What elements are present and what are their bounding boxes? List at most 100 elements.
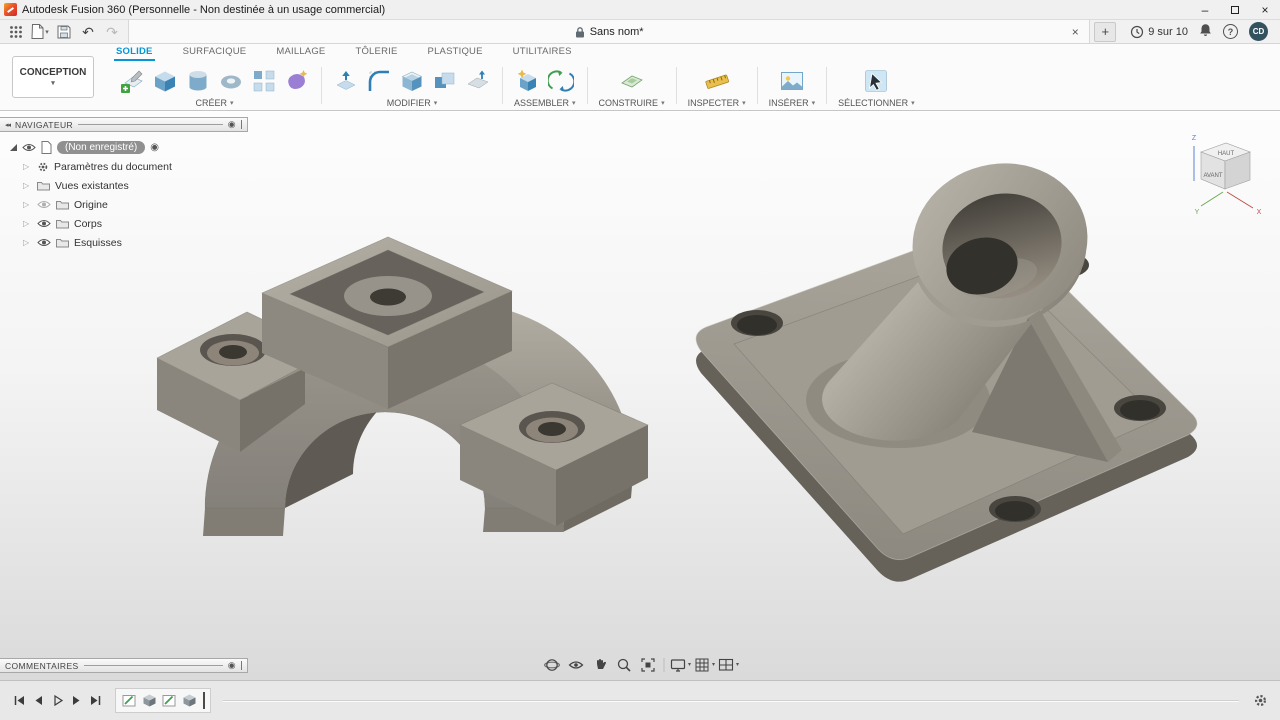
collapse-panel-icon[interactable]: ◂◂ [5, 121, 10, 129]
display-settings-icon[interactable]: ▾ [670, 654, 692, 675]
go-to-end-icon[interactable] [86, 691, 105, 710]
pan-icon[interactable] [589, 654, 611, 675]
panel-pin-icon[interactable] [241, 120, 242, 129]
chevron-right-icon[interactable]: ▷ [23, 181, 32, 190]
help-icon[interactable]: ? [1223, 24, 1238, 39]
save-icon[interactable] [52, 22, 76, 42]
chevron-right-icon[interactable]: ▷ [23, 238, 32, 247]
activate-component-icon[interactable]: ◉ [150, 142, 159, 153]
avatar[interactable]: CD [1249, 22, 1268, 41]
panel-options-icon[interactable]: ◉ [228, 660, 236, 671]
minimize-button[interactable]: – [1190, 0, 1220, 19]
step-back-icon[interactable] [29, 691, 48, 710]
expand-arrow-icon[interactable] [10, 144, 17, 151]
tab-solide[interactable]: SOLIDE [114, 46, 155, 61]
tree-item-origine[interactable]: ▷ Origine [23, 195, 172, 214]
tree-item-vues[interactable]: ▷ Vues existantes [23, 176, 172, 195]
job-progress[interactable]: 9 sur 10 [1130, 25, 1188, 39]
tab-tolerie[interactable]: TÔLERIE [353, 46, 399, 61]
tree-item-corps[interactable]: ▷ Corps [23, 214, 172, 233]
tree-item-esquisses[interactable]: ▷ Esquisses [23, 233, 172, 252]
tree-root-row[interactable]: (Non enregistré) ◉ [10, 138, 172, 157]
zoom-icon[interactable] [613, 654, 635, 675]
measure-icon[interactable] [704, 68, 730, 94]
maximize-button[interactable] [1220, 0, 1250, 19]
tab-surfacique[interactable]: SURFACIQUE [181, 46, 249, 61]
create-sketch-icon[interactable] [119, 68, 145, 94]
panel-options-icon[interactable]: ◉ [228, 119, 236, 130]
timeline-position-marker[interactable] [203, 692, 205, 709]
navigator-header[interactable]: ◂◂ NAVIGATEUR ◉ [0, 117, 248, 132]
eye-icon[interactable] [37, 200, 51, 209]
eye-icon[interactable] [37, 238, 51, 247]
redo-icon[interactable]: ↷ [100, 22, 124, 42]
create-form-icon[interactable] [284, 68, 310, 94]
look-at-icon[interactable] [565, 654, 587, 675]
step-forward-icon[interactable] [67, 691, 86, 710]
extrude-feature-icon[interactable] [141, 693, 157, 709]
go-to-start-icon[interactable] [10, 691, 29, 710]
panel-pin-icon[interactable] [241, 661, 242, 670]
chevron-right-icon[interactable]: ▷ [23, 200, 32, 209]
select-icon[interactable] [863, 68, 889, 94]
eye-icon[interactable] [22, 143, 36, 152]
view-cube[interactable]: Z Y X HAUT AVANT [1185, 126, 1271, 222]
orbit-icon[interactable] [541, 654, 563, 675]
tree-item-label[interactable]: Esquisses [74, 237, 122, 249]
grid-snap-icon[interactable]: ▾ [694, 654, 716, 675]
viewports-icon[interactable]: ▾ [718, 654, 740, 675]
group-creer-label[interactable]: CRÉER [195, 98, 227, 108]
torus-icon[interactable] [218, 68, 244, 94]
new-component-icon[interactable] [515, 68, 541, 94]
tree-item-label[interactable]: Vues existantes [55, 180, 129, 192]
insert-image-icon[interactable] [779, 68, 805, 94]
cylinder-icon[interactable] [185, 68, 211, 94]
model-pillow-block[interactable] [157, 237, 648, 536]
tab-maillage[interactable]: MAILLAGE [274, 46, 327, 61]
press-pull-icon[interactable] [333, 68, 359, 94]
box-icon[interactable] [152, 68, 178, 94]
combine-icon[interactable] [432, 68, 458, 94]
offset-face-icon[interactable] [465, 68, 491, 94]
group-selectionner-label[interactable]: SÉLECTIONNER [838, 98, 908, 108]
sketch-feature-icon[interactable] [121, 693, 137, 709]
root-document-label[interactable]: (Non enregistré) [57, 141, 145, 154]
tab-utilitaires[interactable]: UTILITAIRES [511, 46, 574, 61]
joint-icon[interactable] [548, 68, 574, 94]
sketch-feature-icon[interactable] [161, 693, 177, 709]
play-icon[interactable] [48, 691, 67, 710]
construction-plane-icon[interactable] [619, 68, 645, 94]
eye-icon[interactable] [37, 219, 51, 228]
tree-item-parametres[interactable]: ▷ Paramètres du document [23, 157, 172, 176]
notifications-bell-icon[interactable] [1199, 23, 1212, 40]
tab-plastique[interactable]: PLASTIQUE [426, 46, 485, 61]
close-tab-icon[interactable]: × [1067, 25, 1083, 39]
group-assembler-label[interactable]: ASSEMBLER [514, 98, 569, 108]
group-construire-label[interactable]: CONSTRUIRE [599, 98, 659, 108]
group-inspecter-label[interactable]: INSPECTER [688, 98, 740, 108]
close-button[interactable]: × [1250, 0, 1280, 19]
document-tab[interactable]: Sans nom* × [128, 20, 1090, 43]
workspace-selector[interactable]: CONCEPTION ▾ [12, 56, 94, 98]
undo-icon[interactable]: ↶ [76, 22, 100, 42]
chevron-right-icon[interactable]: ▷ [23, 219, 32, 228]
model-flanged-pipe[interactable] [696, 145, 1197, 582]
tree-item-label[interactable]: Corps [74, 218, 102, 230]
comments-panel-header[interactable]: COMMENTAIRES ◉ [0, 658, 248, 673]
pattern-icon[interactable] [251, 68, 277, 94]
tree-item-label[interactable]: Origine [74, 199, 108, 211]
fit-icon[interactable] [637, 654, 659, 675]
fillet-icon[interactable] [366, 68, 392, 94]
timeline-track[interactable] [115, 688, 211, 713]
new-tab-icon[interactable]: + [1094, 22, 1116, 42]
tree-item-label[interactable]: Paramètres du document [54, 161, 172, 173]
file-menu-icon[interactable]: ▾ [28, 22, 52, 42]
extrude-feature-icon[interactable] [181, 693, 197, 709]
apps-grid-icon[interactable] [4, 22, 28, 42]
timeline-settings-icon[interactable] [1251, 691, 1270, 710]
group-inserer-label[interactable]: INSÉRER [769, 98, 809, 108]
group-modifier-label[interactable]: MODIFIER [387, 98, 431, 108]
chevron-right-icon[interactable]: ▷ [23, 162, 32, 171]
shell-icon[interactable] [399, 68, 425, 94]
model-viewport[interactable]: ◂◂ NAVIGATEUR ◉ (Non enregistré) ◉ ▷ Par… [0, 112, 1280, 680]
